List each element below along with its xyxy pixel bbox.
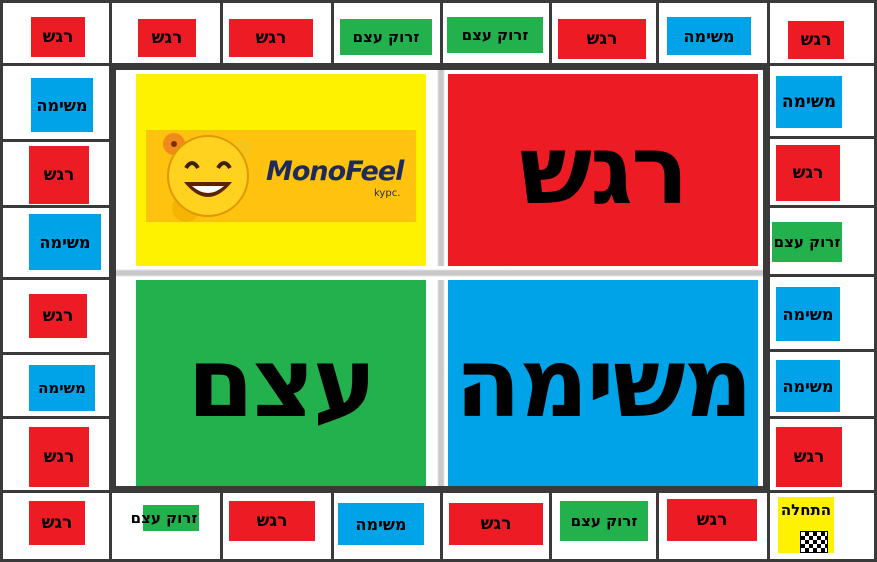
board-cell[interactable]: רגש bbox=[767, 0, 877, 66]
game-board: רגש רגש רגש זרוק עצם זרוק עצם רגש משימה … bbox=[0, 0, 877, 562]
feeling-tile: רגש bbox=[138, 19, 196, 57]
throw-bone-tile: זרוק עצם bbox=[447, 17, 543, 53]
board-cell[interactable]: משימה bbox=[0, 63, 112, 142]
smiley-emoji-icon bbox=[163, 133, 252, 222]
feeling-tile: רגש bbox=[229, 19, 313, 57]
board-cell[interactable]: רגש bbox=[440, 490, 552, 562]
board-cell[interactable]: משימה bbox=[767, 63, 877, 139]
feeling-tile: רגש bbox=[29, 146, 89, 204]
feeling-tile: רגש bbox=[29, 427, 89, 487]
board-cell[interactable]: זרוק עצם bbox=[549, 490, 659, 562]
task-tile: משימה bbox=[338, 503, 424, 545]
board-cell[interactable]: רגש bbox=[0, 416, 112, 493]
feeling-tile: רגש bbox=[788, 21, 844, 59]
task-quadrant: משימה bbox=[448, 280, 758, 486]
task-tile: משימה bbox=[776, 287, 840, 341]
board-cell[interactable]: רגש bbox=[767, 136, 877, 208]
board-cell[interactable]: זרוק עצם bbox=[440, 0, 552, 66]
logo-quadrant: MonoFeel .kypc bbox=[136, 74, 426, 266]
board-cell[interactable]: משימה bbox=[0, 352, 112, 419]
task-tile: משימה bbox=[29, 365, 95, 411]
board-cell[interactable]: משימה bbox=[656, 0, 770, 66]
throw-bone-tile: זרוק עצם bbox=[560, 501, 648, 541]
task-tile: משימה bbox=[776, 360, 840, 412]
board-cell[interactable]: משימה bbox=[331, 490, 443, 562]
monofeel-logo: MonoFeel .kypc bbox=[146, 130, 416, 222]
bone-quadrant: עצם bbox=[136, 280, 426, 486]
feeling-quadrant: רגש bbox=[448, 74, 758, 266]
feeling-quadrant-label: רגש bbox=[519, 114, 688, 226]
task-tile: משימה bbox=[667, 17, 751, 55]
task-tile: משימה bbox=[31, 78, 93, 132]
board-cell[interactable]: משימה bbox=[767, 274, 877, 352]
board-cell[interactable]: זרוק עצם bbox=[331, 0, 443, 66]
feeling-tile: רגש bbox=[558, 19, 646, 59]
feeling-tile: רגש bbox=[229, 501, 315, 541]
logo-subtext: .kypc bbox=[374, 188, 401, 199]
throw-bone-tile: זרוק עצם bbox=[128, 501, 200, 535]
feeling-tile: רגש bbox=[29, 501, 85, 545]
board-cell[interactable]: רגש bbox=[549, 0, 659, 66]
bone-quadrant-label: עצם bbox=[187, 327, 376, 439]
feeling-tile: רגש bbox=[31, 17, 85, 57]
board-cell[interactable]: רגש bbox=[0, 277, 112, 355]
task-tile: משימה bbox=[29, 214, 101, 270]
board-cell[interactable]: רגש bbox=[220, 490, 334, 562]
throw-bone-tile: זרוק עצם bbox=[340, 19, 432, 55]
board-cell[interactable]: רגש bbox=[767, 416, 877, 493]
feeling-tile: רגש bbox=[667, 499, 757, 541]
start-cell[interactable]: התחלה bbox=[767, 490, 877, 562]
throw-bone-tile: זרוק עצם bbox=[772, 222, 842, 262]
board-cell[interactable]: רגש bbox=[109, 0, 223, 66]
board-cell[interactable]: משימה bbox=[0, 205, 112, 280]
logo-text: MonoFeel bbox=[266, 156, 404, 187]
board-cell[interactable]: זרוק עצם bbox=[109, 490, 223, 562]
checkered-flag-icon bbox=[800, 531, 828, 553]
task-tile: משימה bbox=[776, 76, 842, 128]
feeling-tile: רגש bbox=[449, 503, 543, 545]
board-cell[interactable]: רגש bbox=[0, 0, 112, 66]
board-cell[interactable]: רגש bbox=[0, 139, 112, 208]
start-tile: התחלה bbox=[778, 497, 834, 553]
horizontal-divider bbox=[116, 266, 763, 280]
task-quadrant-label: משימה bbox=[455, 327, 753, 439]
board-cell[interactable]: רגש bbox=[656, 490, 770, 562]
board-cell[interactable]: רגש bbox=[0, 490, 112, 562]
board-cell[interactable]: משימה bbox=[767, 349, 877, 419]
feeling-tile: רגש bbox=[776, 427, 842, 487]
board-center: MonoFeel .kypc רגש עצם משימה bbox=[112, 66, 767, 490]
feeling-tile: רגש bbox=[776, 145, 840, 201]
board-cell[interactable]: רגש bbox=[220, 0, 334, 66]
feeling-tile: רגש bbox=[29, 294, 87, 338]
board-cell[interactable]: זרוק עצם bbox=[767, 205, 877, 277]
